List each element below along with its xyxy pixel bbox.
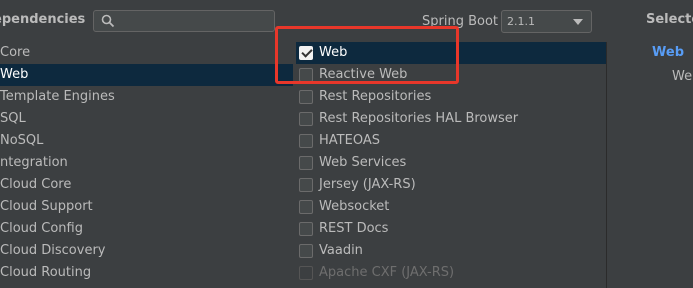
category-item[interactable]: ntegration (0, 152, 293, 174)
category-item[interactable]: Cloud Support (0, 196, 293, 218)
dependency-checkbox[interactable] (299, 222, 313, 236)
dependency-checkbox[interactable] (299, 156, 313, 170)
dependency-label: Jersey (JAX-RS) (319, 177, 416, 192)
category-item[interactable]: Cloud Routing (0, 262, 293, 284)
dependency-item[interactable]: Websocket (296, 196, 606, 218)
dependency-checkbox[interactable] (299, 178, 313, 192)
dependency-item[interactable]: HATEOAS (296, 130, 606, 152)
category-item[interactable]: Web (0, 64, 293, 86)
dependency-item[interactable]: REST Docs (296, 218, 606, 240)
dependency-checkbox[interactable] (299, 134, 313, 148)
dependency-label: HATEOAS (319, 133, 380, 148)
panel-divider (606, 42, 607, 288)
dependency-label: Rest Repositories HAL Browser (319, 111, 519, 126)
selected-dependencies-title: Selecte (646, 12, 693, 27)
dependency-item[interactable]: Vaadin (296, 240, 606, 262)
dependency-list: Web Reactive Web Rest Repositories Rest Rep… (296, 42, 606, 288)
dependency-item[interactable]: Web (296, 42, 606, 64)
dependency-checkbox (299, 266, 313, 280)
dependency-item[interactable]: Rest Repositories HAL Browser (296, 108, 606, 130)
dependency-checkbox[interactable] (299, 244, 313, 258)
dependency-item[interactable]: Web Services (296, 152, 606, 174)
dependency-checkbox[interactable] (299, 112, 313, 126)
dependency-label: Apache CXF (JAX-RS) (319, 265, 455, 280)
spring-boot-version-select[interactable]: 2.1.1 (501, 10, 592, 33)
category-item[interactable]: Core (0, 42, 293, 64)
spring-boot-version-value: 2.1.1 (507, 15, 535, 28)
selected-group-label[interactable]: Web (652, 45, 684, 60)
selected-dependencies-panel: Web We (644, 42, 693, 288)
dependency-item[interactable]: Rest Repositories (296, 86, 606, 108)
dependency-label: Web Services (319, 155, 407, 170)
dependency-item[interactable]: Jersey (JAX-RS) (296, 174, 606, 196)
dependency-checkbox[interactable] (299, 200, 313, 214)
dependency-label: Vaadin (319, 243, 363, 258)
dependency-label: Reactive Web (319, 67, 408, 82)
dependency-item: Apache CXF (JAX-RS) (296, 262, 606, 284)
selected-item-label[interactable]: We (672, 69, 692, 84)
search-icon (101, 14, 115, 28)
dependency-label: Websocket (319, 199, 390, 214)
dependencies-title: ependencies (0, 12, 86, 27)
dependency-item[interactable]: Reactive Web (296, 64, 606, 86)
search-input[interactable] (93, 10, 275, 32)
dependency-checkbox[interactable] (299, 46, 313, 60)
category-item[interactable]: Cloud Config (0, 218, 293, 240)
category-item[interactable]: Cloud Core (0, 174, 293, 196)
dependency-checkbox[interactable] (299, 68, 313, 82)
category-item[interactable]: SQL (0, 108, 293, 130)
category-list: Core Web Template Engines SQL NoSQL ntegratio… (0, 42, 293, 288)
spring-boot-label: Spring Boot (422, 14, 499, 29)
dependency-checkbox[interactable] (299, 90, 313, 104)
category-item[interactable]: Cloud Discovery (0, 240, 293, 262)
category-item[interactable]: NoSQL (0, 130, 293, 152)
dependency-label: REST Docs (319, 221, 389, 236)
dependency-label: Rest Repositories (319, 89, 432, 104)
chevron-down-icon (573, 19, 583, 25)
dependency-label: Web (319, 45, 348, 60)
category-item[interactable]: Template Engines (0, 86, 293, 108)
